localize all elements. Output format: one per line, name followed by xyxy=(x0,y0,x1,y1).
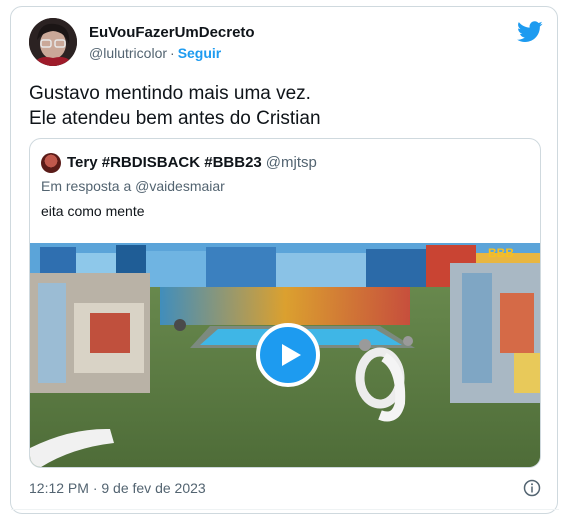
quoted-author-handle[interactable]: @mjtsp xyxy=(266,154,317,171)
bottom-divider xyxy=(11,509,559,510)
reply-prefix: Em resposta a xyxy=(41,178,132,194)
info-icon[interactable] xyxy=(523,479,541,497)
quoted-tweet-text: eita como mente xyxy=(41,203,145,219)
author-avatar[interactable] xyxy=(29,18,77,66)
video-thumbnail[interactable]: BBB xyxy=(30,243,540,467)
tweet-timestamp[interactable]: 12:12 PM · 9 de fev de 2023 xyxy=(29,480,206,496)
separator-dot: · xyxy=(170,45,175,61)
quoted-author-name[interactable]: Tery #RBDISBACK #BBB23 xyxy=(67,154,262,171)
tweet-text-line-1: Gustavo mentindo mais uma vez. xyxy=(29,83,311,104)
quoted-tweet[interactable]: Tery #RBDISBACK #BBB23 @mjtsp Em resposta… xyxy=(29,138,541,468)
author-handle-row: @lulutricolor · Seguir xyxy=(89,45,221,61)
reply-to-link[interactable]: @vaidesmaiar xyxy=(135,178,225,194)
quoted-author-row: Tery #RBDISBACK #BBB23 @mjtsp xyxy=(67,154,317,171)
svg-text:BBB: BBB xyxy=(488,246,514,260)
follow-button[interactable]: Seguir xyxy=(178,45,222,61)
author-handle[interactable]: @lulutricolor xyxy=(89,45,167,61)
tweet-text: Gustavo mentindo mais uma vez. Ele atend… xyxy=(29,81,321,131)
quoted-author-avatar[interactable] xyxy=(41,153,61,173)
author-name[interactable]: EuVouFazerUmDecreto xyxy=(89,24,255,41)
twitter-bird-icon[interactable] xyxy=(517,21,543,43)
reply-context: Em resposta a @vaidesmaiar xyxy=(41,178,225,194)
play-button[interactable] xyxy=(256,323,320,387)
play-icon xyxy=(282,344,301,366)
tweet-text-line-2: Ele atendeu bem antes do Cristian xyxy=(29,108,321,129)
tweet-card[interactable]: EuVouFazerUmDecreto @lulutricolor · Seguir… xyxy=(10,6,559,514)
